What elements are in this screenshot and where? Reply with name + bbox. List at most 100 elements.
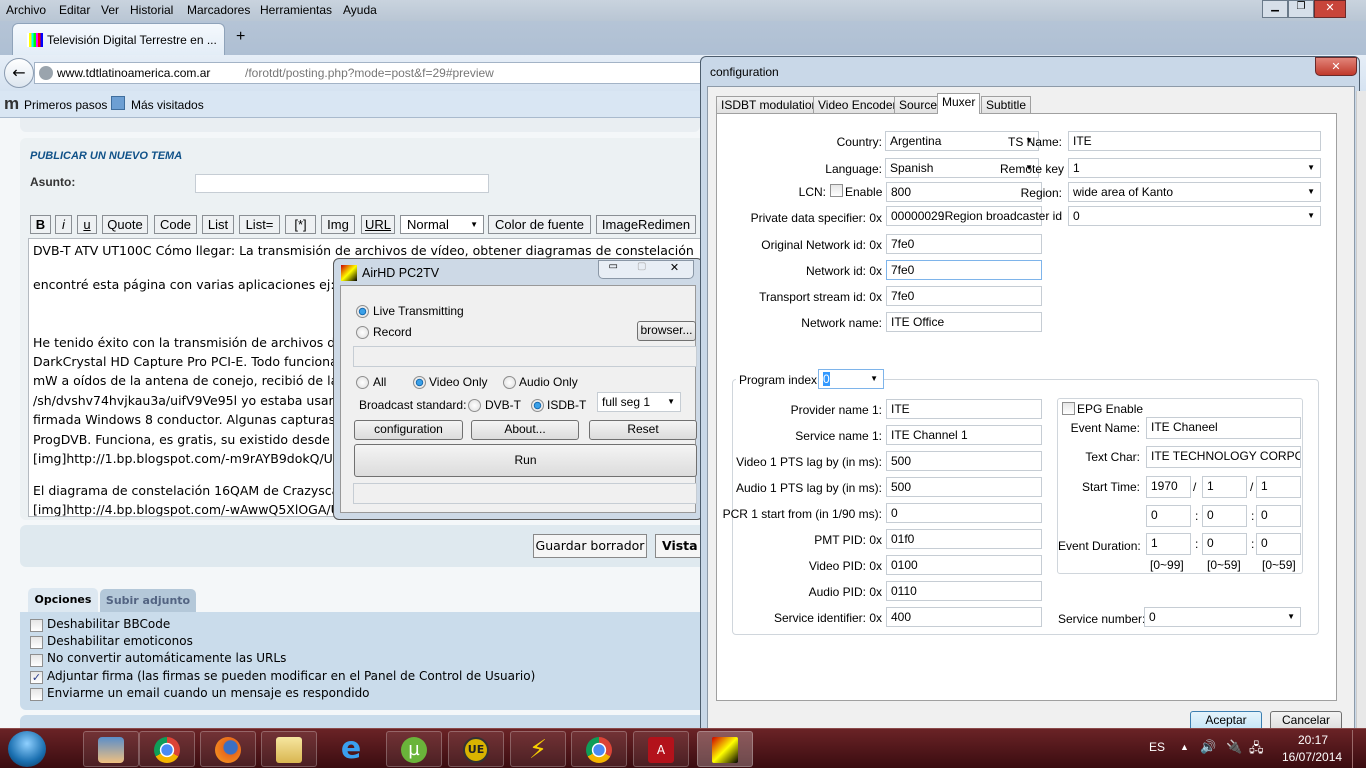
language-indicator[interactable]: ES	[1149, 740, 1165, 754]
about-button[interactable]: About...	[471, 420, 579, 440]
taskbar-airhd[interactable]	[697, 731, 753, 767]
taskbar-flashget[interactable]: ⚡	[510, 731, 566, 767]
all-radio[interactable]	[356, 376, 369, 389]
close-button[interactable]: ✕	[1314, 0, 1346, 18]
live-radio[interactable]	[356, 305, 369, 318]
configuration-button[interactable]: configuration	[354, 420, 463, 440]
list-ordered-button[interactable]: List=	[239, 215, 280, 234]
browser-tab[interactable]: Televisión Digital Terrestre en ...	[12, 23, 225, 55]
video-only-radio[interactable]	[413, 376, 426, 389]
remote-key-select[interactable]: 1	[1068, 158, 1321, 178]
taskbar-chrome-2[interactable]	[571, 731, 627, 767]
option-checkbox[interactable]	[30, 636, 43, 649]
start-year-input[interactable]: 1970	[1146, 476, 1191, 498]
restore-button[interactable]: ❐	[1288, 0, 1314, 18]
menu-editar[interactable]: Editar	[59, 3, 90, 17]
record-path-input[interactable]	[353, 346, 697, 367]
font-color-button[interactable]: Color de fuente	[488, 215, 591, 234]
tab-isdbt-modulation[interactable]: ISDBT modulation	[716, 96, 824, 114]
region-broadcaster-select[interactable]: 0	[1068, 206, 1321, 226]
provider-name-input[interactable]: ITE	[886, 399, 1042, 419]
video-pts-input[interactable]: 500	[886, 451, 1042, 471]
font-size-select[interactable]: Normal	[400, 215, 484, 234]
service-name-input[interactable]: ITE Channel 1	[886, 425, 1042, 445]
tab-subtitle[interactable]: Subtitle	[981, 96, 1032, 114]
start-button[interactable]	[8, 731, 46, 767]
menu-ayuda[interactable]: Ayuda	[343, 3, 377, 17]
image-resize-button[interactable]: ImageRedimen	[596, 215, 696, 234]
url-bar[interactable]: www.tdtlatinoamerica.com.ar /forotdt/pos…	[34, 62, 734, 84]
save-draft-button[interactable]: Guardar borrador	[533, 534, 647, 558]
tab-video-encoder[interactable]: Video Encoder	[813, 96, 902, 114]
video-pid-input[interactable]: 0100	[886, 555, 1042, 575]
clock-date[interactable]: 16/07/2014	[1282, 750, 1342, 764]
start-minute-input[interactable]: 0	[1202, 505, 1247, 527]
taskbar-internet-explorer[interactable]: e	[324, 731, 380, 767]
browse-button[interactable]: browser...	[637, 321, 696, 341]
menu-herramientas[interactable]: Herramientas	[260, 3, 332, 17]
clock-time[interactable]: 20:17	[1298, 733, 1328, 747]
pmt-pid-input[interactable]: 01f0	[886, 529, 1042, 549]
show-hidden-icons-icon[interactable]: ▲	[1180, 742, 1189, 752]
volume-icon[interactable]: 🔊	[1200, 739, 1216, 755]
audio-pts-input[interactable]: 500	[886, 477, 1042, 497]
quote-button[interactable]: Quote	[102, 215, 148, 234]
page-scrollbar[interactable]	[1356, 91, 1366, 728]
option-checkbox[interactable]	[30, 688, 43, 701]
taskbar-acrobat[interactable]: A	[633, 731, 689, 767]
audio-pid-input[interactable]: 0110	[886, 581, 1042, 601]
close-button[interactable]: ✕	[656, 261, 693, 278]
duration-minutes-input[interactable]: 0	[1202, 533, 1247, 555]
code-button[interactable]: Code	[154, 215, 197, 234]
text-char-input[interactable]: ITE TECHNOLOGY CORPORATI	[1146, 446, 1301, 468]
service-number-select[interactable]: 0	[1144, 607, 1301, 627]
menu-archivo[interactable]: Archivo	[6, 3, 46, 17]
bold-button[interactable]: B	[30, 215, 51, 234]
taskbar-remote-desktop[interactable]	[83, 731, 139, 767]
underline-button[interactable]: u	[77, 215, 97, 234]
original-network-id-input[interactable]: 7fe0	[886, 234, 1042, 254]
taskbar-firefox[interactable]	[200, 731, 256, 767]
pcr-input[interactable]: 0	[886, 503, 1042, 523]
start-hour-input[interactable]: 0	[1146, 505, 1191, 527]
back-arrow-icon[interactable]: ←	[4, 58, 34, 88]
img-button[interactable]: Img	[321, 215, 355, 234]
isdbt-radio[interactable]	[531, 399, 544, 412]
list-item-button[interactable]: [*]	[285, 215, 316, 234]
region-select[interactable]: wide area of Kanto	[1068, 182, 1321, 202]
audio-only-radio[interactable]	[503, 376, 516, 389]
run-button[interactable]: Run	[354, 444, 697, 477]
taskbar-chrome[interactable]	[139, 731, 195, 767]
list-button[interactable]: List	[202, 215, 234, 234]
minimize-button[interactable]: ▭	[599, 261, 627, 278]
taskbar-ultraedit[interactable]: UE	[448, 731, 504, 767]
event-name-input[interactable]: ITE Chaneel	[1146, 417, 1301, 439]
lcn-enable-checkbox[interactable]	[830, 184, 843, 197]
start-month-input[interactable]: 1	[1202, 476, 1247, 498]
italic-button[interactable]: i	[55, 215, 72, 234]
subject-input[interactable]	[195, 174, 489, 193]
network-name-input[interactable]: ITE Office	[886, 312, 1042, 332]
close-button[interactable]: ✕	[1315, 57, 1357, 76]
start-second-input[interactable]: 0	[1256, 505, 1301, 527]
network-icon[interactable]: 🖧	[1249, 739, 1264, 761]
menu-marcadores[interactable]: Marcadores	[187, 3, 250, 17]
service-identifier-input[interactable]: 400	[886, 607, 1042, 627]
bookmark-mas-visitados[interactable]: Más visitados	[131, 98, 204, 112]
option-checkbox-checked[interactable]: ✓	[30, 671, 43, 684]
dvbt-radio[interactable]	[468, 399, 481, 412]
segment-select[interactable]: full seg 1	[597, 392, 681, 412]
power-icon[interactable]: 🔌	[1226, 739, 1242, 755]
transport-stream-id-input[interactable]: 7fe0	[886, 286, 1042, 306]
record-radio[interactable]	[356, 326, 369, 339]
menu-historial[interactable]: Historial	[130, 3, 173, 17]
duration-seconds-input[interactable]: 0	[1256, 533, 1301, 555]
epg-enable-checkbox[interactable]	[1062, 402, 1075, 415]
tab-opciones[interactable]: Opciones	[28, 588, 98, 612]
duration-hours-input[interactable]: 1	[1146, 533, 1191, 555]
new-tab-button[interactable]: +	[236, 28, 245, 46]
taskbar-explorer[interactable]	[261, 731, 317, 767]
show-desktop-button[interactable]	[1352, 730, 1366, 768]
bookmark-primeros-pasos[interactable]: Primeros pasos	[24, 98, 107, 112]
start-day-input[interactable]: 1	[1256, 476, 1301, 498]
